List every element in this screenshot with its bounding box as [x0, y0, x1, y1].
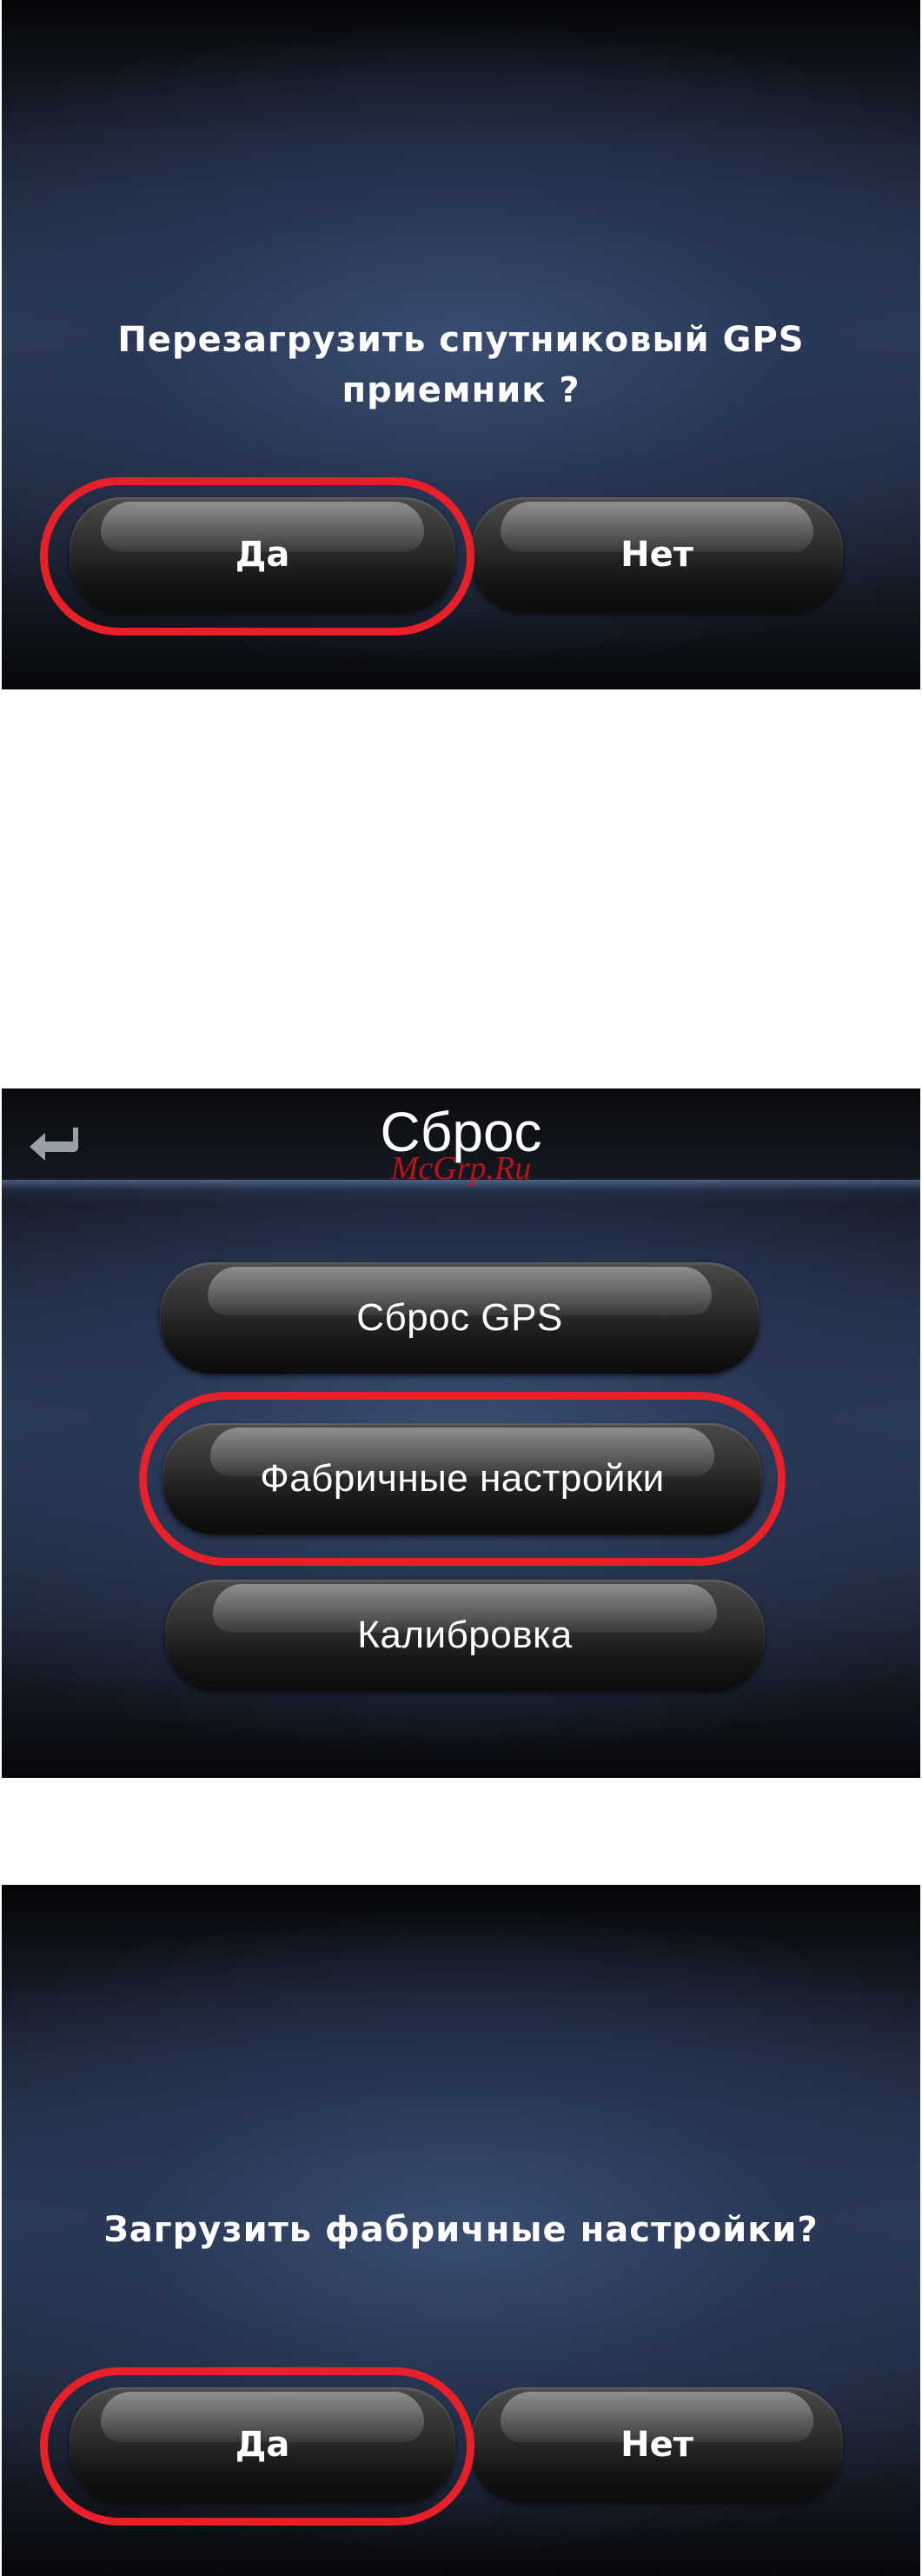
dialog-question: Перезагрузить спутниковый GPS приемник ? [2, 315, 920, 416]
yes-button-label: Да [235, 535, 290, 575]
menu-item-label: Фабричные настройки [260, 1457, 665, 1500]
dialog-question-line-1: Перезагрузить спутниковый GPS [117, 320, 805, 360]
yes-button-label: Да [235, 2425, 290, 2465]
menu-item-label: Сброс GPS [356, 1296, 563, 1339]
dialog-question-line-2: приемник ? [342, 370, 580, 410]
dialog-question-line-1: Загрузить фабричные настройки? [103, 2210, 819, 2250]
reset-menu-screen: Сброс Сброс GPS McGrp.Ru Фабричные настр… [2, 1088, 920, 1778]
gps-restart-dialog-screen: Перезагрузить спутниковый GPS приемник ?… [2, 0, 920, 689]
watermark: McGrp.Ru [390, 1150, 532, 1187]
no-button-label: Нет [620, 2425, 693, 2465]
factory-reset-dialog-screen: Загрузить фабричные настройки? Да Нет [2, 1885, 920, 2576]
no-button-label: Нет [620, 535, 693, 575]
menu-item-calibration[interactable]: Калибровка [165, 1580, 765, 1691]
menu-item-reset-gps[interactable]: Сброс GPS [160, 1262, 759, 1374]
dialog-question: Загрузить фабричные настройки? [2, 2205, 920, 2255]
no-button[interactable]: Нет [471, 497, 843, 612]
menu-item-label: Калибровка [357, 1614, 573, 1656]
no-button[interactable]: Нет [471, 2387, 843, 2502]
